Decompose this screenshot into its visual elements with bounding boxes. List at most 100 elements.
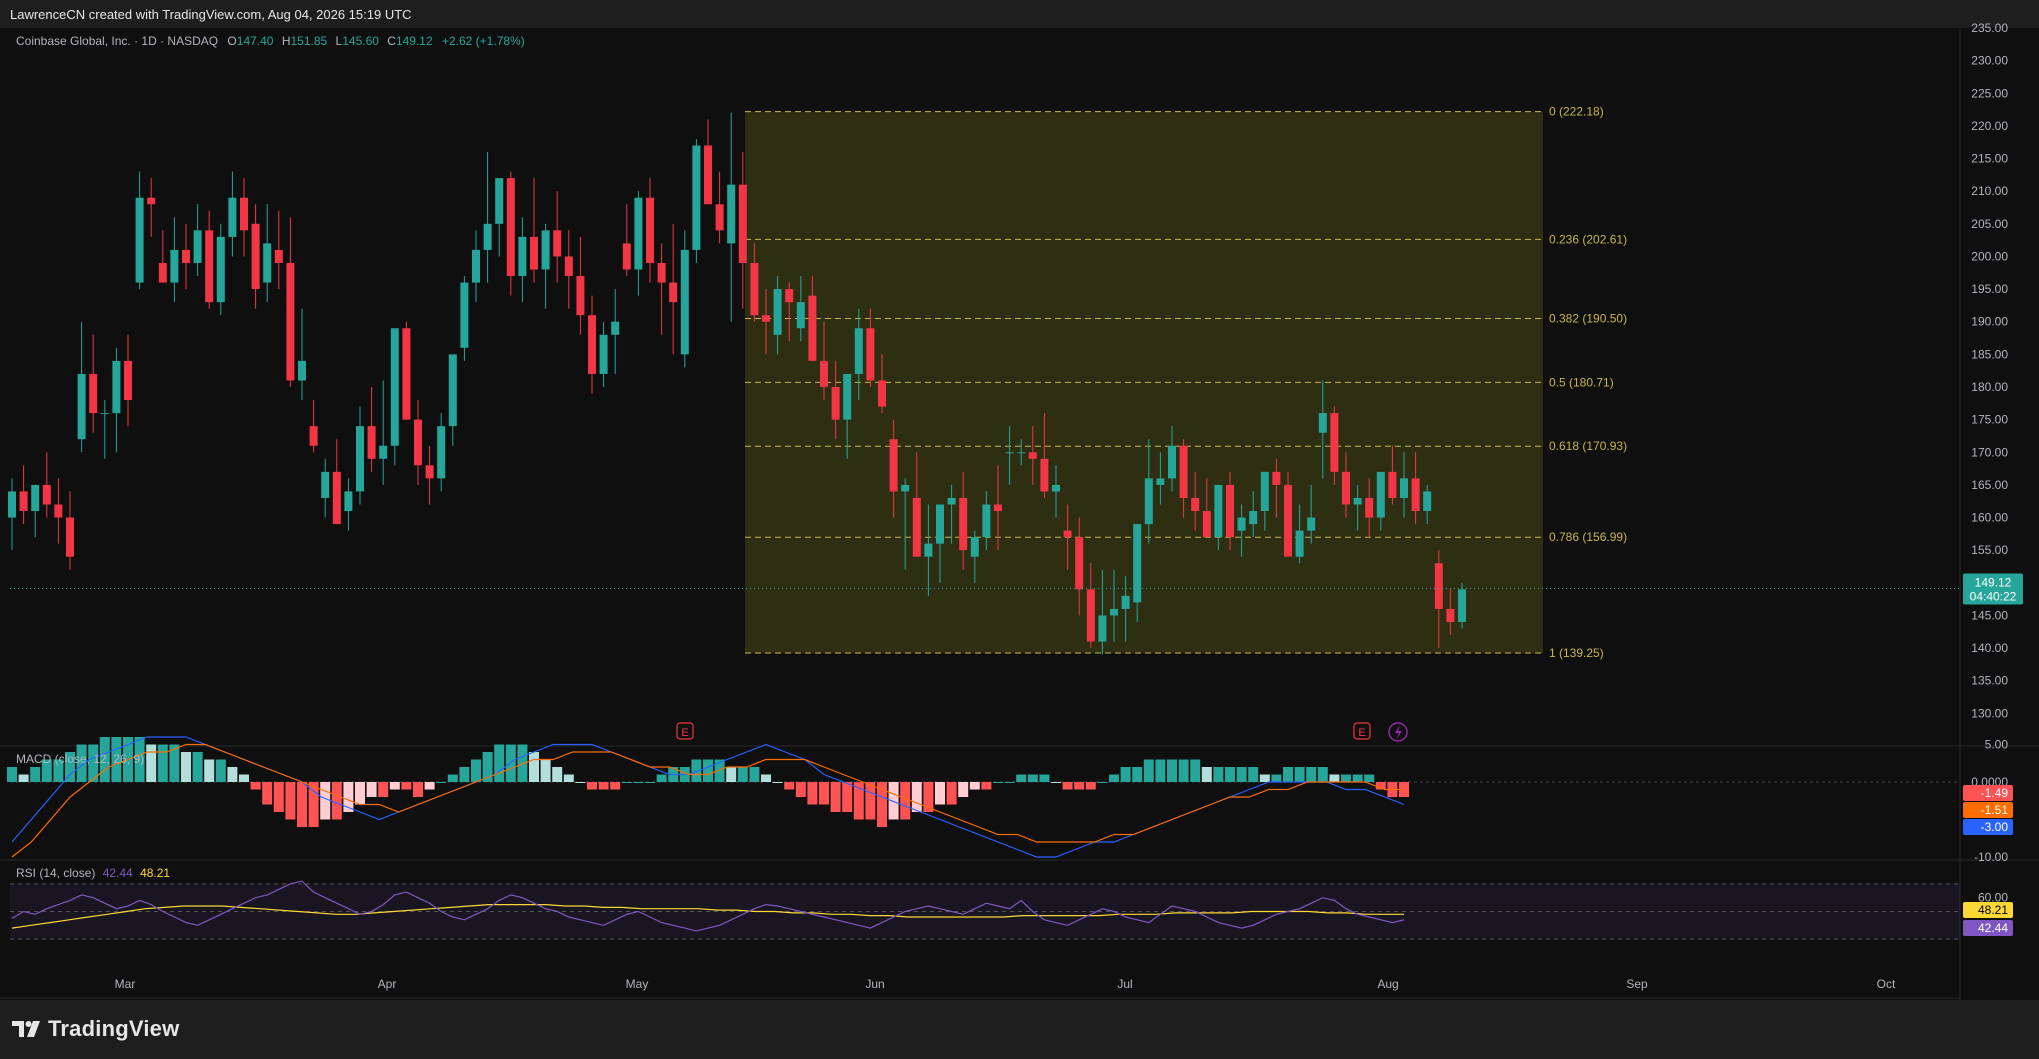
candle-body <box>1202 511 1211 538</box>
macd-histogram-bar <box>1074 782 1085 790</box>
macd-histogram-bar <box>1213 767 1224 782</box>
candle-body <box>750 262 759 316</box>
macd-histogram-bar <box>1004 782 1015 783</box>
macd-histogram-bar <box>366 782 377 797</box>
macd-histogram-bar <box>1271 774 1282 782</box>
price-tick-label: 160.00 <box>1971 511 2008 525</box>
price-tick-label: 210.00 <box>1971 184 2008 198</box>
macd-histogram-bar <box>227 767 238 782</box>
macd-histogram-bar <box>1294 767 1305 782</box>
macd-histogram-bar <box>958 782 969 797</box>
time-tick-label: Aug <box>1377 977 1398 991</box>
price-tick-label: 155.00 <box>1971 543 2008 557</box>
candle-body <box>1318 413 1327 433</box>
macd-histogram-bar <box>262 782 273 805</box>
candle-body <box>193 230 202 263</box>
candle-body <box>1156 478 1165 485</box>
fibonacci-zone <box>745 111 1543 653</box>
macd-histogram-bar <box>297 782 307 827</box>
candle-body <box>483 223 492 250</box>
price-tick-label: 195.00 <box>1971 282 2008 296</box>
candle-body <box>1110 608 1118 616</box>
macd-histogram-bar <box>772 782 783 783</box>
candle-body <box>1191 497 1200 512</box>
candle-body <box>692 145 701 250</box>
macd-histogram-bar <box>1283 767 1293 782</box>
macd-histogram-bar <box>1190 759 1201 782</box>
candle-body <box>506 178 515 277</box>
candle-body <box>367 426 376 459</box>
price-tick-label: 230.00 <box>1971 54 2008 68</box>
macd-histogram-bar <box>239 774 249 782</box>
candle-body <box>622 243 631 270</box>
macd-histogram-bar <box>795 782 806 797</box>
candle-body <box>1353 497 1362 505</box>
candle-body <box>205 230 214 303</box>
macd-histogram-bar <box>1039 774 1050 782</box>
macd-histogram-bar <box>1306 767 1317 782</box>
candle-body <box>564 256 573 277</box>
candle-body <box>588 315 596 374</box>
candle-body <box>1144 478 1153 525</box>
macd-histogram-bar <box>1143 759 1154 782</box>
earnings-marker-label: E <box>681 727 688 739</box>
macd-histogram-bar <box>726 767 737 782</box>
chart-canvas[interactable]: 0 (222.18) 0.236 (202.61) 0.382 (190.50) 0.… <box>0 0 2039 1000</box>
candle-body <box>158 262 167 283</box>
macd-histogram-bar <box>436 782 447 783</box>
candle-body <box>298 360 306 381</box>
macd-histogram-bar <box>18 774 29 782</box>
candle-body <box>112 360 121 414</box>
candle-body <box>808 295 817 361</box>
price-tick-label: 165.00 <box>1971 478 2008 492</box>
macd-histogram-bar <box>1352 774 1363 782</box>
macd-histogram-bar <box>1259 774 1270 782</box>
symbol-legend: Coinbase Global, Inc. · 1D · NASDAQ O147… <box>16 34 525 48</box>
price-tick-label: 145.00 <box>1971 608 2008 622</box>
macd-histogram-bar <box>911 782 922 812</box>
macd-histogram-bar <box>563 774 574 782</box>
price-tick-label: 200.00 <box>1971 249 2008 263</box>
last-price-value: 149.12 <box>1975 576 2012 590</box>
fibonacci-level-label: 0.5 (180.71) <box>1549 375 1614 389</box>
price-tick-label: 185.00 <box>1971 347 2008 361</box>
candle-body <box>970 537 979 557</box>
macd-histogram-bar <box>1062 782 1073 790</box>
macd-histogram-bar <box>1155 759 1166 782</box>
time-tick-label: May <box>626 977 649 991</box>
macd-histogram-bar <box>273 782 284 812</box>
candle-body <box>1063 530 1072 538</box>
candle-body <box>831 387 840 420</box>
candle-body <box>1295 530 1304 557</box>
candle-body <box>495 178 504 224</box>
macd-histogram-bar <box>529 752 539 782</box>
candle-body <box>460 282 469 348</box>
macd-histogram-bar <box>378 782 389 797</box>
macd-histogram-bar <box>807 782 818 805</box>
price-tick-label: 225.00 <box>1971 86 2008 100</box>
macd-histogram-bar <box>935 782 945 805</box>
candle-body <box>1179 445 1188 498</box>
rsi-value-label: 42.44 <box>1978 921 2008 935</box>
candle-body <box>1028 452 1037 459</box>
macd-histogram-bar <box>969 782 980 790</box>
candle-body <box>1365 497 1374 518</box>
low-value: 145.60 <box>342 34 379 48</box>
candle-body <box>611 321 620 335</box>
candle-body <box>425 465 434 479</box>
macd-histogram-bar <box>610 782 621 790</box>
macd-histogram-bar <box>1085 782 1096 790</box>
candle-body <box>147 197 156 205</box>
candle-body <box>77 373 86 440</box>
macd-histogram-bar <box>749 767 760 782</box>
tradingview-logo[interactable]: TradingView <box>12 1016 179 1042</box>
candle-body <box>878 380 886 407</box>
price-tick-label: 190.00 <box>1971 315 2008 329</box>
change-value: +2.62 (+1.78%) <box>441 34 525 48</box>
price-tick-label: 130.00 <box>1971 706 2008 720</box>
macd-histogram-bar <box>703 759 713 782</box>
tradingview-chart-window: LawrenceCN created with TradingView.com,… <box>0 0 2039 1059</box>
candle-body <box>309 426 318 446</box>
time-tick-label: Jun <box>865 977 884 991</box>
candle-body <box>1005 452 1014 454</box>
